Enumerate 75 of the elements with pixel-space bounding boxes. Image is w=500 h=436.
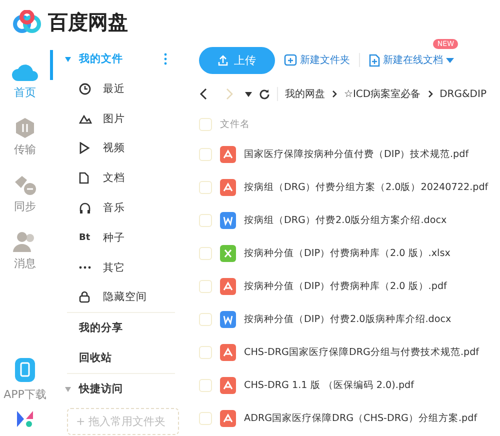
nav-item[interactable]: Bt 种子 xyxy=(53,222,189,253)
cloud-icon xyxy=(12,62,38,82)
file-name[interactable]: 按病组（DRG）付费分组方案（2.0版）20240722.pdf xyxy=(244,181,488,194)
file-name[interactable]: CHS-DRG 1.1 版 （医保编码 2.0).pdf xyxy=(244,379,414,392)
clock-icon xyxy=(79,82,91,95)
nav-item[interactable]: 音乐 xyxy=(53,193,189,223)
headphones-icon xyxy=(79,202,91,214)
row-checkbox[interactable] xyxy=(199,379,212,392)
file-name[interactable]: 按病种分值（DIP）付费病种库（2.0 版）.pdf xyxy=(244,280,447,293)
mountain-icon xyxy=(79,114,92,124)
nav-section[interactable]: 快捷访问 xyxy=(53,374,189,404)
pdf-file-icon xyxy=(220,344,236,361)
file-name[interactable]: 国家医疗保障按病种分值付费（DIP）技术规范.pdf xyxy=(244,148,469,161)
word-file-icon xyxy=(220,311,236,328)
nav-item[interactable]: 图片 xyxy=(53,104,189,134)
select-all-checkbox[interactable] xyxy=(199,118,212,130)
kebab-icon[interactable] xyxy=(164,53,167,65)
row-checkbox[interactable] xyxy=(199,247,212,260)
pdf-file-icon xyxy=(220,410,236,427)
breadcrumb-item[interactable]: 我的网盘 xyxy=(285,87,325,101)
document-icon xyxy=(79,172,89,184)
forward-icon[interactable] xyxy=(226,88,234,100)
file-name[interactable]: 按病种分值（DIP）付费病种库（2.0 版）.xlsx xyxy=(244,247,450,260)
selection-bar xyxy=(50,50,53,80)
rail-item[interactable]: 传输 xyxy=(14,117,36,157)
more-icon xyxy=(79,266,91,270)
people-icon xyxy=(13,231,37,253)
folder-plus-icon xyxy=(284,54,297,66)
row-checkbox[interactable] xyxy=(199,412,212,425)
logo-icon xyxy=(12,10,42,34)
breadcrumb-item[interactable]: DRG&DIP xyxy=(440,88,486,100)
pdf-file-icon xyxy=(220,377,236,394)
caret-icon xyxy=(446,58,454,62)
row-checkbox[interactable] xyxy=(199,181,212,194)
nav-item[interactable]: 其它 xyxy=(53,252,189,283)
rail-item[interactable]: 消息 xyxy=(13,231,37,271)
nav-link[interactable]: 回收站 xyxy=(53,343,189,374)
nav-item[interactable]: 视频 xyxy=(53,134,189,164)
file-name[interactable]: CHS-DRG国家医疗保障DRG分组与付费技术规范.pdf xyxy=(244,346,480,359)
nav-item[interactable]: 文档 xyxy=(53,163,189,194)
caret-icon[interactable] xyxy=(245,92,252,96)
app-name: 百度网盘 xyxy=(48,8,128,36)
spreadsheet-file-icon xyxy=(220,245,236,262)
row-checkbox[interactable] xyxy=(199,214,212,227)
rail-label[interactable]: APP下载 xyxy=(4,387,46,402)
row-checkbox[interactable] xyxy=(199,280,212,293)
file-name[interactable]: ADRG国家医疗保障DRG（CHS-DRG）分组方案.pdf xyxy=(244,412,478,425)
chevron-icon xyxy=(428,90,433,98)
phone-icon[interactable] xyxy=(14,357,36,383)
new-online-doc-button[interactable]: 新建在线文档 xyxy=(369,53,454,67)
upload-icon xyxy=(218,54,228,66)
transfer-icon xyxy=(15,117,35,139)
play-icon xyxy=(79,142,90,154)
pdf-file-icon xyxy=(220,146,236,163)
lock-icon xyxy=(79,291,90,304)
file-name[interactable]: 按病组（DRG）付费2.0版分组方案介绍.docx xyxy=(244,214,447,227)
rail-item[interactable]: 同步 xyxy=(12,174,38,214)
pdf-file-icon xyxy=(220,278,236,295)
new-folder-button[interactable]: 新建文件夹 xyxy=(284,53,350,67)
file-name[interactable]: 按病种分值（DIP）付费2.0版病种库介绍.docx xyxy=(244,313,452,326)
pdf-file-icon xyxy=(220,179,236,196)
nav-link[interactable]: 我的分享 xyxy=(53,313,189,344)
document-plus-icon xyxy=(369,54,380,66)
app-icon[interactable] xyxy=(16,410,34,428)
chevron-icon xyxy=(332,90,337,98)
back-icon[interactable] xyxy=(199,88,207,100)
breadcrumb-item[interactable]: ☆ICD病案室必备 xyxy=(344,87,421,101)
row-checkbox[interactable] xyxy=(199,346,212,359)
row-checkbox[interactable] xyxy=(199,313,212,326)
nav-item[interactable]: 隐藏空间 xyxy=(53,282,189,312)
word-file-icon xyxy=(220,212,236,229)
torrent-icon: Bt xyxy=(79,232,90,243)
refresh-icon[interactable] xyxy=(259,88,270,100)
row-checkbox[interactable] xyxy=(199,148,212,161)
nav-item[interactable]: 最近 xyxy=(53,74,189,104)
